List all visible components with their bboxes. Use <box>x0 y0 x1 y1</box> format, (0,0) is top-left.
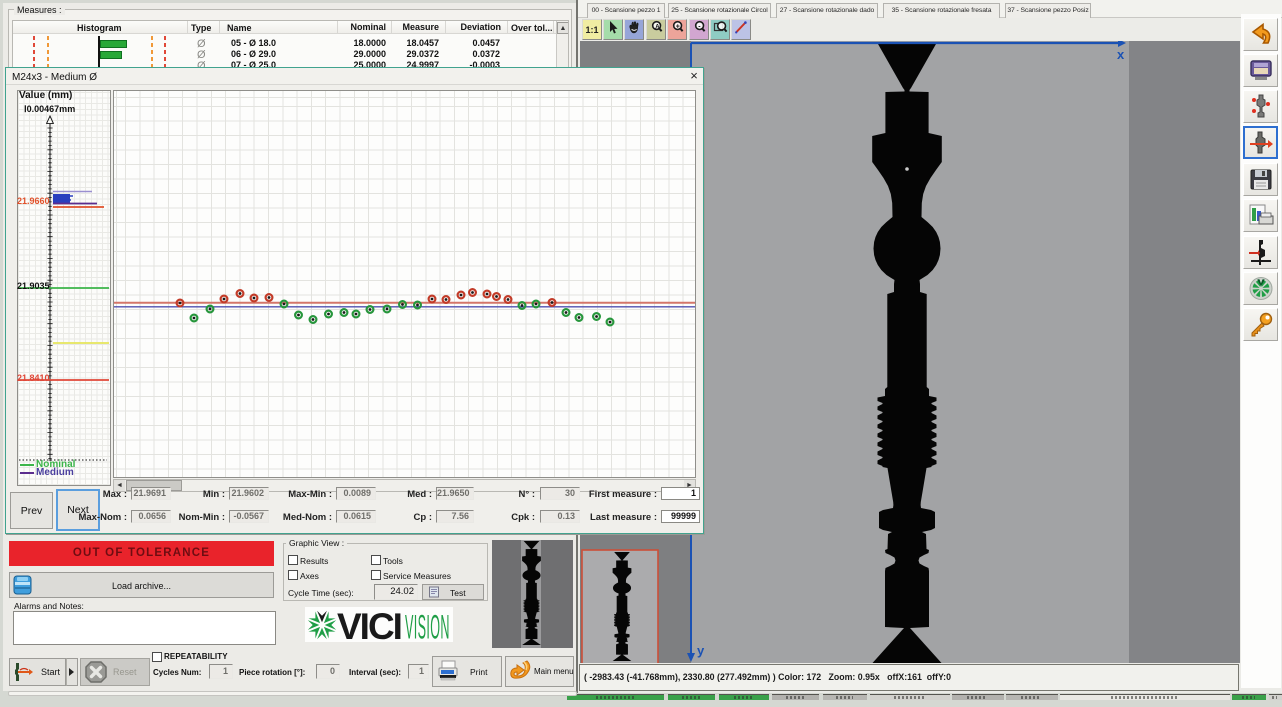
svg-text:VICI: VICI <box>337 606 401 644</box>
svg-text:y: y <box>697 643 705 658</box>
svg-text:+: + <box>675 24 679 31</box>
svg-text:A: A <box>655 24 660 30</box>
svg-text:VISION: VISION <box>405 609 450 644</box>
svg-text:x: x <box>1117 47 1125 62</box>
